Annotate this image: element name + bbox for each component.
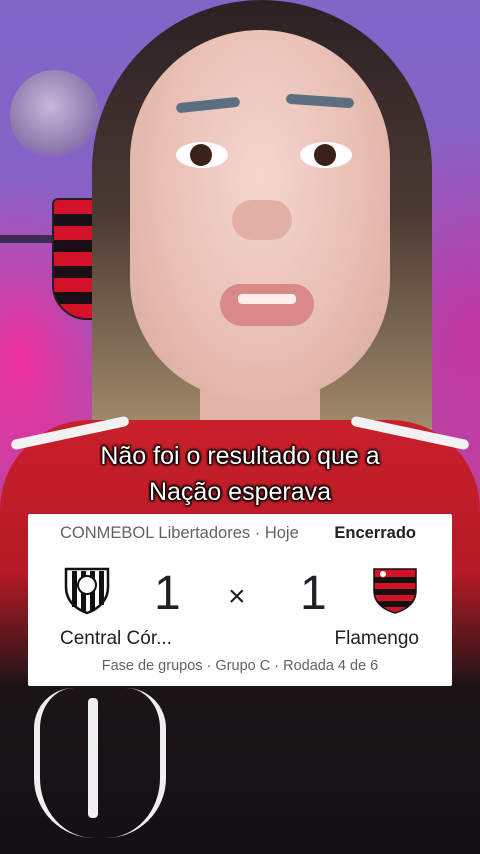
flamengo-crest-icon	[373, 568, 417, 614]
right-eye	[300, 142, 352, 168]
caption-line-2: Nação esperava	[148, 478, 332, 506]
score-separator: ×	[228, 580, 246, 613]
mouth	[220, 284, 314, 326]
competition-name: CONMEBOL Libertadores	[60, 524, 251, 542]
match-score-card[interactable]: CONMEBOL Libertadores · Hoje Encerrado 1…	[28, 514, 452, 686]
home-score: 1	[154, 567, 181, 620]
central-cordoba-crest-icon	[64, 567, 110, 615]
nose	[232, 200, 292, 240]
card-header: CONMEBOL Libertadores · Hoje	[60, 524, 299, 543]
match-day: Hoje	[264, 524, 299, 542]
jersey-crest-icon	[34, 688, 166, 838]
away-score: 1	[300, 567, 327, 620]
video-caption: Não foi o resultado que a Nação esperava	[0, 438, 480, 510]
match-stage-info: Fase de grupos · Grupo C · Rodada 4 de 6	[101, 658, 379, 674]
caption-line-1: Não foi o resultado que a	[100, 442, 380, 470]
home-team-name[interactable]: Central Cór...	[60, 628, 172, 650]
wall-decoration	[10, 70, 100, 160]
match-status: Encerrado	[334, 524, 416, 542]
left-eye	[176, 142, 228, 168]
header-separator: ·	[254, 524, 261, 542]
away-team-name[interactable]: Flamengo	[335, 628, 420, 650]
